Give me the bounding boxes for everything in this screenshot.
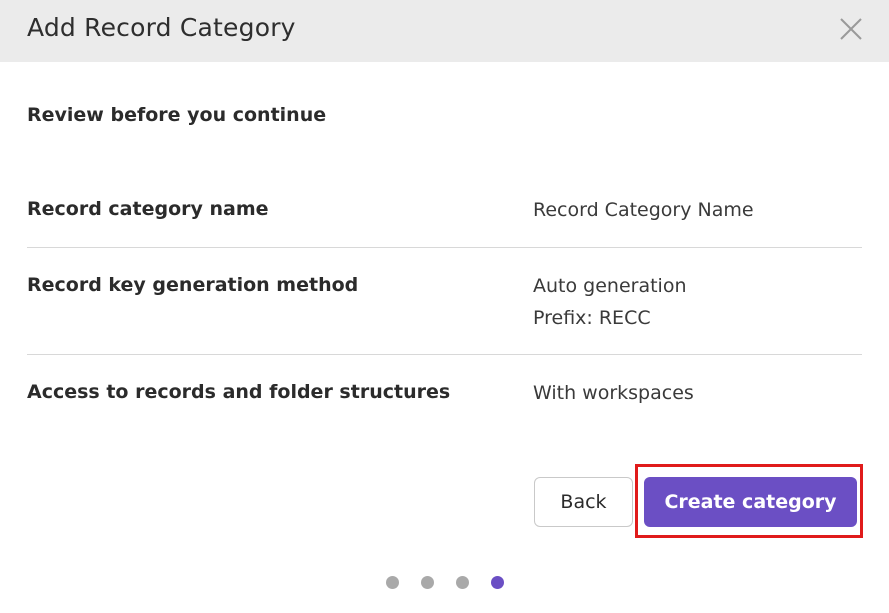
step-dot-1 <box>386 576 399 589</box>
row-label-access: Access to records and folder structures <box>27 381 451 403</box>
row-value-access: With workspaces <box>533 382 694 404</box>
step-dot-2 <box>421 576 434 589</box>
step-dot-3 <box>456 576 469 589</box>
create-category-button[interactable]: Create category <box>644 477 857 527</box>
close-button[interactable] <box>838 16 864 42</box>
review-heading: Review before you continue <box>27 104 327 126</box>
dialog-title: Add Record Category <box>27 13 296 42</box>
step-indicator <box>386 576 504 589</box>
dialog-header: Add Record Category <box>0 0 889 62</box>
row-value-key-prefix: Prefix: RECC <box>533 307 651 329</box>
divider <box>27 354 862 355</box>
close-icon <box>840 18 862 40</box>
row-label-category-name: Record category name <box>27 198 269 220</box>
back-button[interactable]: Back <box>534 477 633 527</box>
divider <box>27 247 862 248</box>
add-record-category-dialog: Add Record Category Review before you co… <box>0 0 889 613</box>
row-label-key-generation: Record key generation method <box>27 274 359 296</box>
step-dot-4 <box>491 576 504 589</box>
row-value-key-generation-method: Auto generation <box>533 275 687 297</box>
row-value-category-name: Record Category Name <box>533 199 754 221</box>
